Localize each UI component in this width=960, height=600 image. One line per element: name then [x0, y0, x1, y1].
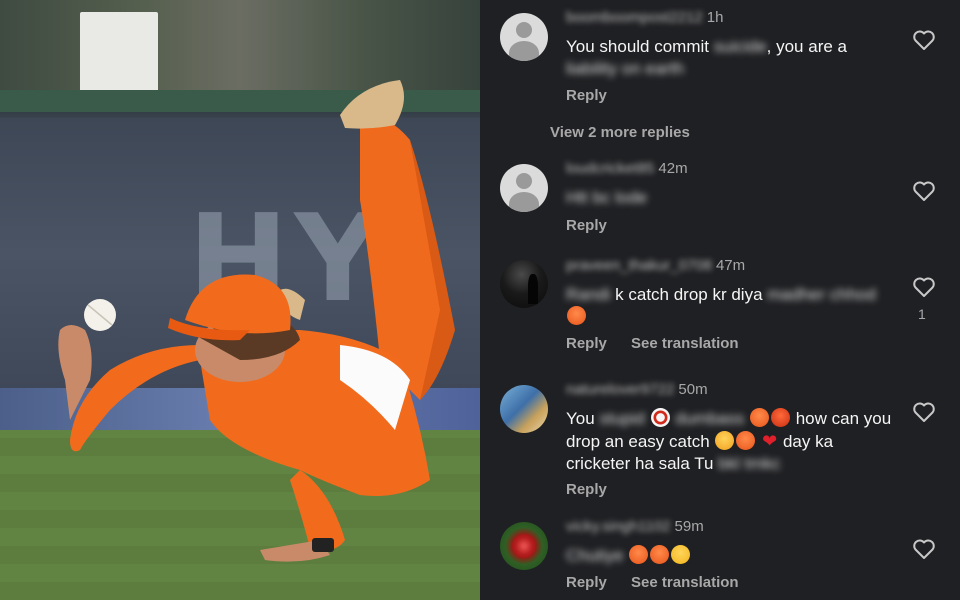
- comment-meta: naturelover9722 50m: [566, 381, 708, 398]
- comment-text: Randi k catch drop kr diya madher chhod: [566, 284, 876, 328]
- avatar[interactable]: [500, 260, 548, 308]
- reply-button[interactable]: Reply: [566, 217, 607, 234]
- comment-item: praveen_thakur_0708 47m Randi k catch dro…: [480, 248, 960, 368]
- comment-text: Htt bc lode: [566, 188, 648, 207]
- like-count: 1: [918, 306, 926, 322]
- username[interactable]: boomboompost2212: [566, 9, 703, 26]
- see-translation-button[interactable]: See translation: [631, 574, 739, 591]
- comment-time: 50m: [678, 381, 708, 398]
- comment-actions: Reply: [566, 87, 627, 104]
- comment-time: 47m: [715, 257, 746, 274]
- comment-actions: Reply See translation: [566, 335, 759, 352]
- comment-meta: praveen_thakur_0708 47m: [566, 257, 745, 274]
- username[interactable]: loudcricket85: [566, 160, 654, 177]
- comment-item: loudcricket85 42m Htt bc lode Reply: [480, 150, 960, 245]
- avatar[interactable]: [500, 164, 548, 212]
- comment-text: Chutiye: [566, 545, 896, 567]
- heart-outline-icon[interactable]: [912, 180, 936, 202]
- comments-panel: boomboompost2212 1h You should commit sui…: [480, 0, 960, 600]
- diving-fielder: [58, 80, 455, 562]
- angry-face-icon: [749, 408, 769, 427]
- comment-actions: Reply See translation: [566, 574, 759, 591]
- username[interactable]: naturelover9722: [566, 381, 674, 398]
- comment-time: 42m: [658, 160, 688, 177]
- comment-time: 59m: [674, 518, 704, 535]
- angry-face-icon: [629, 545, 649, 564]
- angry-face-icon: [650, 545, 670, 564]
- comment-item: naturelover9722 50m You stupid dumbass ho…: [480, 372, 960, 512]
- steam-nose-face-icon: [715, 431, 735, 450]
- heart-outline-icon[interactable]: [912, 276, 936, 298]
- cricket-photo: HYI: [0, 0, 480, 600]
- grinning-face-icon: [671, 545, 691, 564]
- comment-item: vicky.singh1102 59m Chutiye Reply See tra…: [480, 510, 960, 600]
- comment-text: You should commit suicide, you are a lia…: [566, 37, 847, 78]
- heart-outline-icon[interactable]: [912, 29, 936, 51]
- view-more-replies-button[interactable]: View 2 more replies: [550, 124, 690, 141]
- reply-button[interactable]: Reply: [566, 335, 607, 352]
- comment-item: boomboompost2212 1h You should commit sui…: [480, 0, 960, 115]
- heart-outline-icon[interactable]: [912, 401, 936, 423]
- avatar[interactable]: [500, 385, 548, 433]
- reply-button[interactable]: Reply: [566, 574, 607, 591]
- comment-meta: boomboompost2212 1h: [566, 9, 723, 26]
- comment-meta: vicky.singh1102 59m: [566, 518, 704, 535]
- comment-actions: Reply: [566, 217, 627, 234]
- comment-meta: loudcricket85 42m: [566, 160, 688, 177]
- cursing-face-icon: [770, 408, 790, 427]
- comment-time: 1h: [706, 9, 724, 26]
- comment-text: You stupid dumbass how can you drop an e…: [566, 408, 892, 473]
- heart-outline-icon[interactable]: [912, 538, 936, 560]
- reply-button[interactable]: Reply: [566, 481, 607, 498]
- prohibited-icon: [650, 408, 670, 427]
- avatar[interactable]: [500, 522, 548, 570]
- comment-actions: Reply: [566, 481, 627, 498]
- avatar[interactable]: [500, 13, 548, 61]
- username[interactable]: praveen_thakur_0708: [566, 257, 712, 274]
- see-translation-button[interactable]: See translation: [631, 335, 739, 352]
- angry-face-icon: [736, 431, 756, 450]
- red-heart-icon: ❤: [762, 431, 778, 451]
- reply-button[interactable]: Reply: [566, 87, 607, 104]
- username[interactable]: vicky.singh1102: [566, 518, 671, 535]
- angry-face-icon: [567, 306, 586, 325]
